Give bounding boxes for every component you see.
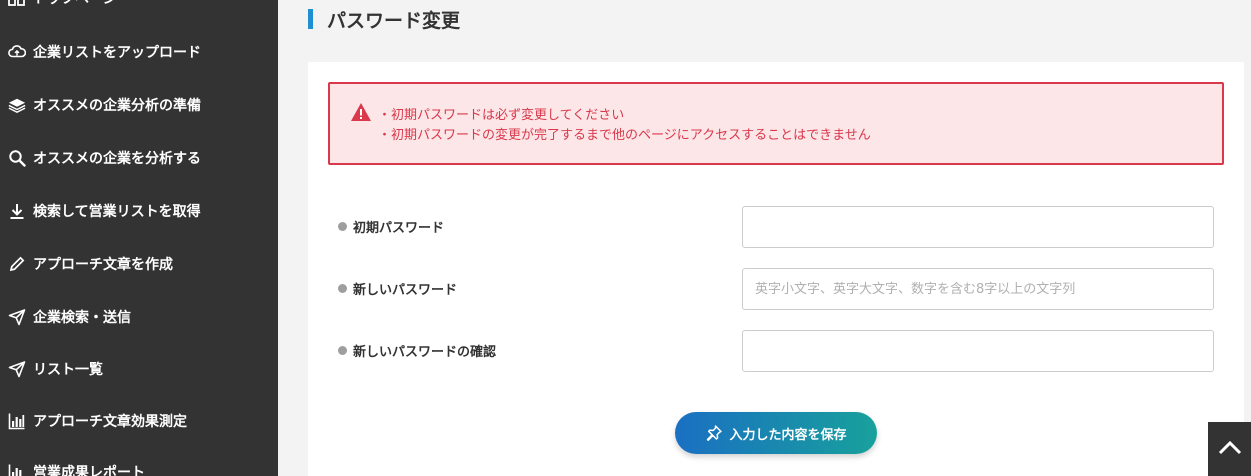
page-scrollbar-track bbox=[1244, 0, 1251, 422]
pencil-icon bbox=[6, 253, 28, 275]
sidebar-item-label: トップページ bbox=[33, 0, 117, 8]
page-header: パスワード変更 bbox=[308, 6, 460, 32]
title-accent-bar bbox=[308, 9, 313, 29]
password-change-card: ・初期パスワードは必ず変更してください ・初期パスワードの変更が完了するまで他の… bbox=[308, 62, 1245, 476]
sidebar-item-label: リスト一覧 bbox=[33, 362, 103, 378]
sidebar-item-label: アプローチ文章を作成 bbox=[33, 257, 173, 273]
download-icon bbox=[6, 200, 28, 222]
form-row-confirm-password: 新しいパスワードの確認 bbox=[338, 330, 1214, 372]
bullet-dot bbox=[338, 346, 347, 355]
main-content: パスワード変更 ・初期パスワードは必ず変更してください ・初期パスワードの変更が… bbox=[278, 0, 1251, 476]
save-button[interactable]: 入力した内容を保存 bbox=[675, 412, 877, 454]
chevron-up-icon bbox=[1218, 439, 1242, 459]
alert-line-2: ・初期パスワードの変更が完了するまで他のページにアクセスすることはできません bbox=[378, 128, 871, 143]
sidebar-item-upload-list[interactable]: 企業リストをアップロード bbox=[0, 32, 278, 72]
sidebar-item-label: アプローチ文章効果測定 bbox=[33, 414, 187, 430]
confirm-password-label: 新しいパスワードの確認 bbox=[353, 345, 497, 360]
new-password-label: 新しいパスワード bbox=[353, 283, 458, 298]
search-icon bbox=[6, 147, 28, 169]
page-title: パスワード変更 bbox=[327, 9, 461, 32]
sidebar-item-label: 営業成果レポート bbox=[33, 465, 145, 476]
dashboard-icon bbox=[6, 0, 28, 9]
sidebar-item-prepare-analysis[interactable]: オススメの企業分析の準備 bbox=[0, 85, 278, 125]
sidebar-item-label: オススメの企業を分析する bbox=[33, 151, 201, 167]
sidebar-item-get-sales-list[interactable]: 検索して営業リストを取得 bbox=[0, 191, 278, 231]
warning-icon bbox=[350, 102, 372, 122]
sidebar-item-label: 企業検索・送信 bbox=[33, 310, 131, 326]
current-password-input[interactable] bbox=[742, 206, 1214, 248]
sidebar: トップページ 企業リストをアップロード オススメの企業分析の準備 オススメの企業… bbox=[0, 0, 278, 476]
confirm-password-input[interactable] bbox=[742, 330, 1214, 372]
sidebar-item-create-approach[interactable]: アプローチ文章を作成 bbox=[0, 244, 278, 284]
warning-alert: ・初期パスワードは必ず変更してください ・初期パスワードの変更が完了するまで他の… bbox=[328, 82, 1224, 165]
scroll-to-top-button[interactable] bbox=[1208, 422, 1251, 476]
save-button-label: 入力した内容を保存 bbox=[729, 427, 847, 443]
pin-icon bbox=[705, 424, 723, 442]
sidebar-item-top-page[interactable]: トップページ bbox=[0, 0, 278, 18]
sidebar-item-label: 検索して営業リストを取得 bbox=[33, 204, 201, 220]
layers-icon bbox=[6, 94, 28, 116]
sidebar-item-sales-report[interactable]: 営業成果レポート bbox=[0, 452, 278, 476]
bar-chart-icon bbox=[6, 410, 28, 432]
current-password-label: 初期パスワード bbox=[353, 221, 445, 236]
new-password-input[interactable] bbox=[742, 268, 1214, 310]
sidebar-item-list-overview[interactable]: リスト一覧 bbox=[0, 349, 278, 389]
sidebar-item-company-search-send[interactable]: 企業検索・送信 bbox=[0, 297, 278, 337]
bullet-dot bbox=[338, 222, 347, 231]
sidebar-item-analyze[interactable]: オススメの企業を分析する bbox=[0, 138, 278, 178]
alert-messages: ・初期パスワードは必ず変更してください ・初期パスワードの変更が完了するまで他の… bbox=[378, 106, 871, 146]
alert-line-1: ・初期パスワードは必ず変更してください bbox=[378, 108, 625, 123]
cloud-upload-icon bbox=[6, 41, 28, 63]
sidebar-item-label: オススメの企業分析の準備 bbox=[33, 98, 201, 114]
sidebar-item-label: 企業リストをアップロード bbox=[33, 45, 201, 61]
bar-chart-icon bbox=[6, 461, 28, 476]
sidebar-item-approach-effect[interactable]: アプローチ文章効果測定 bbox=[0, 401, 278, 441]
form-row-new-password: 新しいパスワード bbox=[338, 268, 1214, 310]
send-icon bbox=[6, 306, 28, 328]
bullet-dot bbox=[338, 284, 347, 293]
send-icon bbox=[6, 358, 28, 380]
form-row-current-password: 初期パスワード bbox=[338, 206, 1214, 248]
